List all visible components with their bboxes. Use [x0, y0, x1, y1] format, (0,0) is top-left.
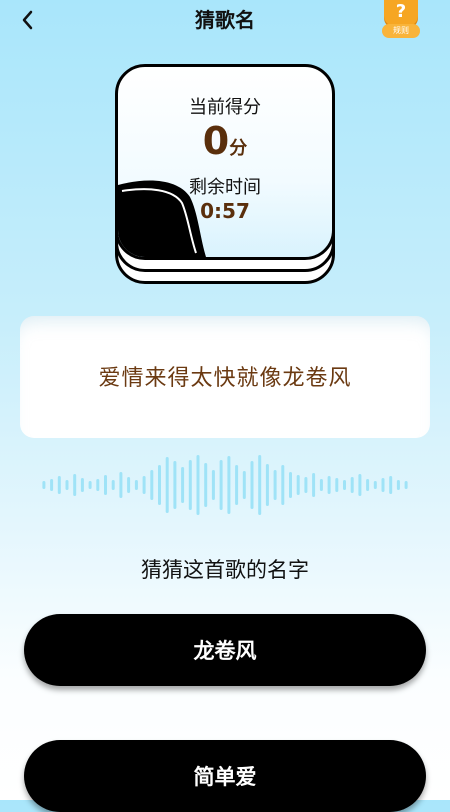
wave-bar: [258, 455, 262, 515]
wave-bar: [96, 479, 100, 491]
wave-bar: [304, 477, 308, 493]
score-value: 0分: [118, 119, 332, 163]
score-card: 当前得分 0分 剩余时间 0:57: [115, 64, 335, 284]
score-label: 当前得分: [189, 97, 261, 118]
wave-bar: [173, 461, 177, 509]
page-curl-decoration: [118, 180, 206, 257]
wave-bar: [250, 461, 254, 509]
wave-bar: [219, 460, 223, 510]
wave-bar: [404, 481, 408, 489]
score-unit: 分: [229, 138, 248, 159]
top-bar: 猜歌名 ? 规则: [0, 0, 450, 38]
wave-bar: [165, 457, 169, 513]
wave-bar: [80, 478, 84, 492]
wave-bar: [343, 480, 346, 490]
wave-bar: [296, 475, 300, 495]
wave-bar: [265, 464, 269, 506]
score-card-face: 当前得分 0分 剩余时间 0:57: [115, 64, 335, 260]
wave-bar: [211, 470, 215, 500]
wave-bar: [111, 480, 115, 490]
wave-bar: [158, 465, 161, 505]
wave-bar: [57, 476, 61, 494]
wave-bar: [289, 472, 292, 498]
wave-bar: [335, 478, 339, 492]
question-text: 猜猜这首歌的名字: [141, 558, 309, 582]
wave-bar: [366, 479, 370, 491]
rules-button[interactable]: ? 规则: [382, 0, 420, 40]
sound-wave-icon: [42, 455, 408, 515]
wave-bar: [227, 456, 231, 514]
question-mark-icon: ?: [384, 0, 418, 26]
rules-label: 规则: [382, 24, 420, 38]
wave-bar: [196, 455, 200, 515]
wave-bar: [42, 481, 46, 489]
wave-bar: [127, 477, 131, 493]
wave-bar: [396, 480, 400, 490]
wave-bar: [150, 470, 154, 500]
wave-bar: [319, 479, 323, 491]
answer-option-2[interactable]: 简单爱: [24, 740, 426, 812]
wave-bar: [389, 476, 393, 494]
wave-bar: [312, 473, 316, 497]
wave-bar: [350, 477, 354, 493]
wave-bar: [381, 478, 385, 492]
wave-bar: [65, 480, 69, 490]
wave-bar: [373, 481, 377, 489]
wave-bar: [104, 475, 107, 495]
score-number: 0: [202, 119, 230, 163]
wave-bar: [88, 481, 92, 489]
wave-bar: [181, 467, 185, 503]
wave-bar: [188, 460, 192, 510]
wave-bar: [235, 465, 239, 505]
answer-option-1[interactable]: 龙卷风: [24, 614, 426, 686]
wave-bar: [134, 480, 138, 490]
wave-bar: [327, 476, 331, 494]
wave-bar: [358, 474, 362, 496]
lyric-card: 爱情来得太快就像龙卷风: [20, 316, 430, 438]
wave-bar: [281, 465, 285, 505]
wave-bar: [73, 474, 77, 496]
wave-bar: [204, 463, 208, 507]
wave-bar: [119, 472, 123, 498]
wave-bar: [142, 476, 146, 494]
wave-bar: [50, 479, 54, 491]
wave-bar: [273, 470, 277, 500]
wave-bar: [242, 471, 246, 499]
lyric-text: 爱情来得太快就像龙卷风: [98, 366, 352, 391]
